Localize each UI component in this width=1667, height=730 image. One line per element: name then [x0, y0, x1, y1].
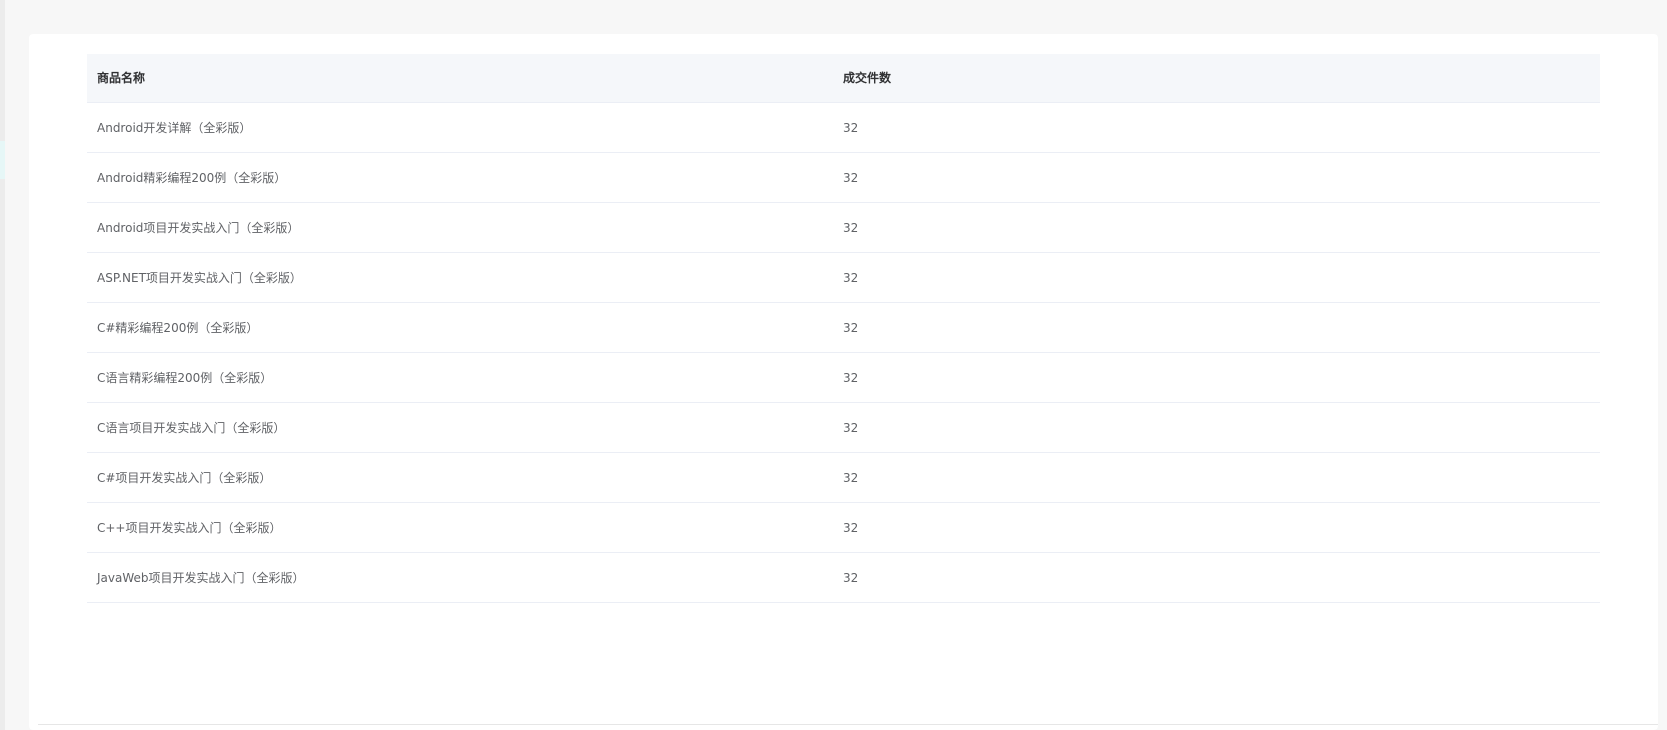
table-row: C++项目开发实战入门（全彩版） 32 [87, 503, 1600, 553]
table-row: JavaWeb项目开发实战入门（全彩版） 32 [87, 553, 1600, 603]
cell-product-name: JavaWeb项目开发实战入门（全彩版） [97, 570, 305, 585]
table-row: Android开发详解（全彩版） 32 [87, 103, 1600, 153]
cell-product-name: ASP.NET项目开发实战入门（全彩版） [97, 270, 302, 285]
cell-product-name: Android项目开发实战入门（全彩版） [97, 220, 300, 235]
cell-sales-count: 32 [843, 370, 859, 385]
cell-sales-count: 32 [843, 570, 859, 585]
cell-sales-count: 32 [843, 320, 859, 335]
table-body: Android开发详解（全彩版） 32 Android精彩编程200例（全彩版） 32… [87, 103, 1600, 603]
cell-product-name: C语言精彩编程200例（全彩版） [97, 370, 273, 385]
table-row: Android精彩编程200例（全彩版） 32 [87, 153, 1600, 203]
table-row: C#精彩编程200例（全彩版） 32 [87, 303, 1600, 353]
cell-product-name: C++项目开发实战入门（全彩版） [97, 520, 282, 535]
cell-sales-count: 32 [843, 420, 859, 435]
cell-sales-count: 32 [843, 120, 859, 135]
sales-table: 商品名称 成交件数 Android开发详解（全彩版） 32 Android精彩编程2… [87, 54, 1600, 603]
left-rail-active-indicator [0, 141, 5, 179]
cell-sales-count: 32 [843, 470, 859, 485]
header-sales-count: 成交件数 [843, 71, 892, 85]
cell-product-name: C#项目开发实战入门（全彩版） [97, 470, 272, 485]
table-row: Android项目开发实战入门（全彩版） 32 [87, 203, 1600, 253]
table-header: 商品名称 成交件数 [87, 54, 1600, 103]
cell-sales-count: 32 [843, 170, 859, 185]
cell-sales-count: 32 [843, 220, 859, 235]
panel-divider [38, 724, 1658, 725]
table-row: C语言精彩编程200例（全彩版） 32 [87, 353, 1600, 403]
cell-product-name: Android精彩编程200例（全彩版） [97, 170, 287, 185]
header-product-name: 商品名称 [97, 71, 146, 85]
cell-sales-count: 32 [843, 270, 859, 285]
table-row: C#项目开发实战入门（全彩版） 32 [87, 453, 1600, 503]
content-panel: 商品名称 成交件数 Android开发详解（全彩版） 32 Android精彩编程2… [29, 34, 1658, 730]
cell-product-name: C#精彩编程200例（全彩版） [97, 320, 259, 335]
table-row: C语言项目开发实战入门（全彩版） 32 [87, 403, 1600, 453]
table-row: ASP.NET项目开发实战入门（全彩版） 32 [87, 253, 1600, 303]
cell-product-name: C语言项目开发实战入门（全彩版） [97, 420, 286, 435]
left-rail [0, 0, 5, 730]
cell-sales-count: 32 [843, 520, 859, 535]
cell-product-name: Android开发详解（全彩版） [97, 120, 252, 135]
